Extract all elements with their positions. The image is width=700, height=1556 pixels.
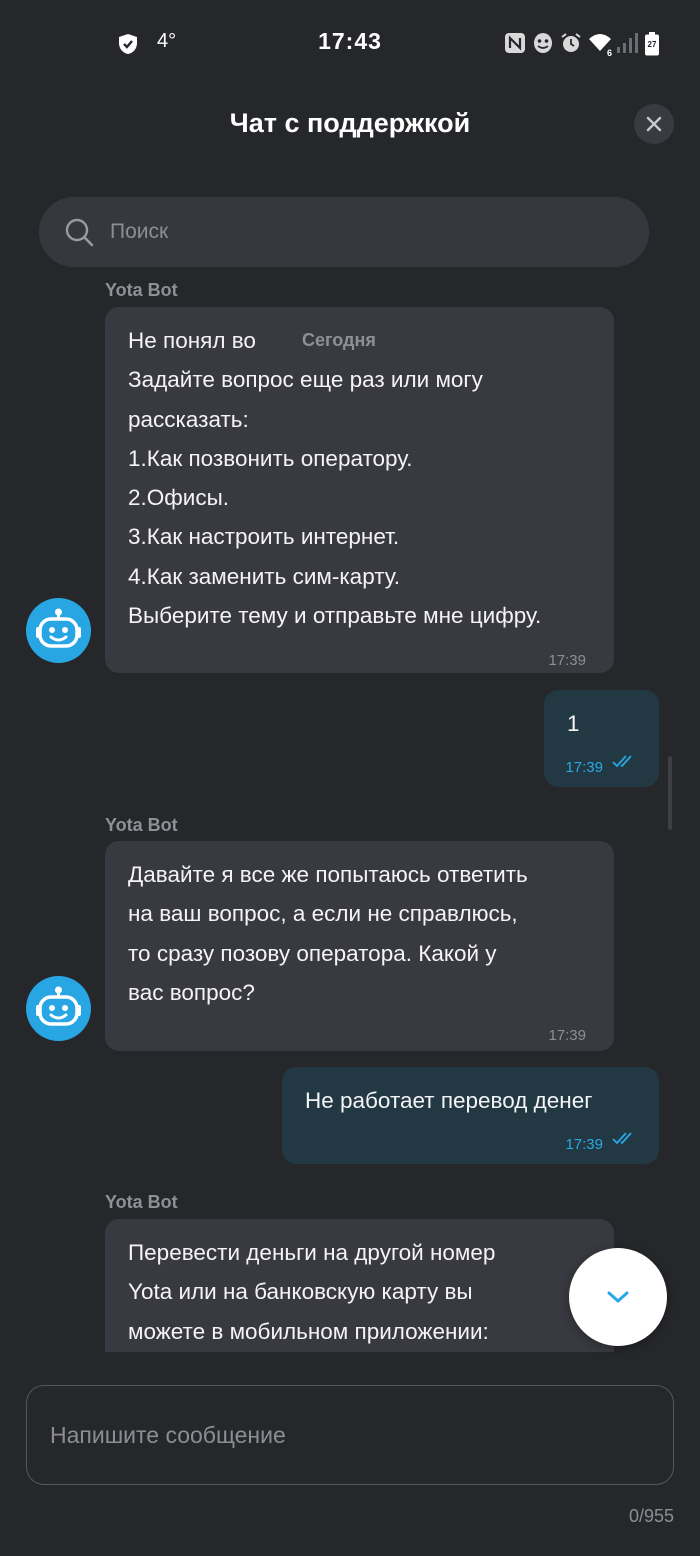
- close-icon: [646, 116, 662, 132]
- message-line: Выберите тему и отправьте мне цифру.: [128, 603, 542, 629]
- wifi-badge: 6: [606, 48, 612, 58]
- battery-icon: 27: [644, 32, 660, 56]
- robot-icon: [36, 608, 81, 648]
- sender-name: Yota Bot: [105, 280, 178, 300]
- message-input[interactable]: [48, 1420, 642, 1450]
- mask-icon: [532, 32, 554, 54]
- message-time: 17:39: [548, 652, 586, 669]
- close-button[interactable]: [634, 104, 674, 144]
- battery-level: 27: [647, 40, 657, 49]
- search-input[interactable]: [108, 219, 592, 245]
- user-message: 1 17:39: [544, 690, 659, 787]
- system-icons: 6 27: [504, 32, 660, 58]
- message-line: 1.Как позвонить оператору.: [128, 445, 413, 471]
- bot-message: Давайте я все же попытаюсь ответить на в…: [105, 841, 614, 1051]
- message-composer[interactable]: [26, 1385, 674, 1485]
- message-text: 1: [567, 711, 580, 736]
- message-time: 17:39: [565, 1136, 603, 1153]
- message-time: 17:39: [548, 1027, 586, 1044]
- chevron-down-icon: [607, 1291, 629, 1303]
- message-line: Задайте вопрос еще раз или могу: [128, 367, 483, 393]
- alarm-icon: [560, 32, 582, 54]
- chat-messages[interactable]: Yota Bot Не понял во Задайте вопрос еще …: [0, 270, 700, 1352]
- character-counter: 0/955: [628, 1506, 674, 1526]
- scrollbar[interactable]: [668, 756, 672, 830]
- double-check-icon: [612, 1132, 632, 1145]
- bot-message: Перевести деньги на другой номер Yota ил…: [105, 1219, 614, 1352]
- bot-message: Не понял во Задайте вопрос еще раз или м…: [105, 307, 614, 673]
- search-icon: [65, 218, 94, 247]
- message-line: вас вопрос?: [128, 979, 255, 1005]
- message-time: 17:39: [565, 759, 603, 776]
- message-line: Yota или на банковскую карту вы: [128, 1279, 473, 1305]
- bot-avatar: [26, 598, 91, 663]
- message-line: на ваш вопрос, а если не справлюсь,: [128, 901, 518, 927]
- search-bar[interactable]: [39, 197, 649, 267]
- wifi-icon: 6: [588, 32, 612, 58]
- message-line: рассказать:: [128, 406, 249, 432]
- message-line: 4.Как заменить сим-карту.: [128, 563, 401, 589]
- page-title: Чат с поддержкой: [229, 108, 471, 138]
- message-line: Перевести деньги на другой номер: [128, 1240, 496, 1265]
- message-line: 3.Как настроить интернет.: [128, 524, 400, 550]
- message-text: Не работает перевод денег: [305, 1088, 593, 1113]
- double-check-icon: [612, 755, 632, 768]
- bot-avatar: [26, 976, 91, 1041]
- sender-name: Yota Bot: [105, 815, 178, 835]
- message-line: 2.Офисы.: [128, 485, 230, 511]
- message-line: то сразу позову оператора. Какой у: [128, 940, 497, 966]
- status-bar: 4° 17:43 6 27: [0, 0, 700, 86]
- scroll-to-bottom-button[interactable]: [569, 1248, 667, 1346]
- nfc-icon: [504, 32, 526, 54]
- message-line: можете в мобильном приложении:: [128, 1318, 489, 1344]
- message-line: Не понял во: [128, 328, 256, 353]
- robot-icon: [36, 986, 81, 1026]
- date-divider: Сегодня: [302, 330, 376, 350]
- message-line: Давайте я все же попытаюсь ответить: [128, 862, 528, 887]
- signal-icon: [616, 32, 638, 54]
- sender-name: Yota Bot: [105, 1192, 178, 1212]
- user-message: Не работает перевод денег 17:39: [282, 1067, 659, 1164]
